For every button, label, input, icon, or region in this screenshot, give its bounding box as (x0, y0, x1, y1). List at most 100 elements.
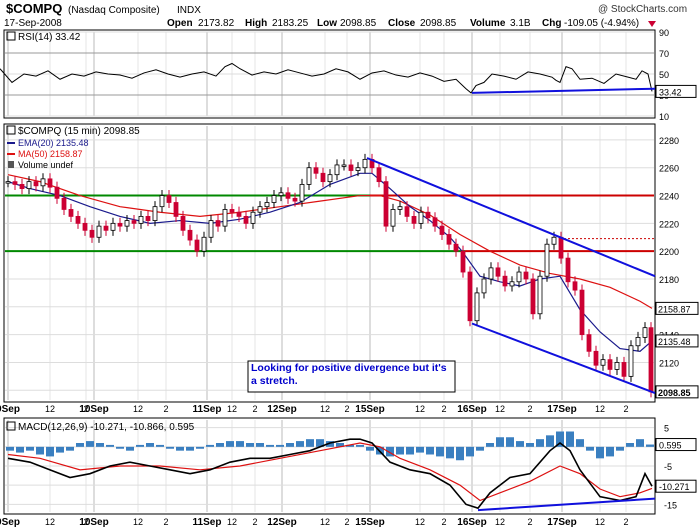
macd-histogram-bar (96, 443, 104, 447)
macd-value-label: -10.271 (659, 482, 690, 492)
candle-body (551, 236, 557, 245)
macd-histogram-bar (46, 446, 54, 457)
macd-histogram-bar (76, 443, 84, 447)
price-x-label: 2 (344, 404, 349, 414)
price-panel (3, 123, 656, 403)
price-x-label: 17Sep (547, 404, 576, 415)
macd-histogram-bar (516, 441, 524, 447)
candle-body (187, 229, 193, 241)
candle-body (75, 216, 81, 224)
macd-x-label: 2 (163, 517, 168, 527)
macd-x-label: 12 (45, 517, 55, 527)
candle-body (82, 222, 88, 231)
macd-histogram-bar (136, 444, 144, 447)
macd-histogram-bar (456, 446, 464, 461)
macd-histogram-bar (206, 444, 214, 447)
candle-body (159, 195, 165, 208)
macd-histogram-bar (606, 446, 614, 457)
price-tick-label: 2180 (659, 275, 679, 285)
macd-histogram-bar (256, 443, 264, 447)
macd-x-label: 17Sep (547, 517, 576, 528)
candle-body (648, 327, 654, 393)
macd-histogram-bar (156, 444, 164, 447)
price-x-label: 9Sep (0, 404, 20, 415)
price-x-label: 2 (527, 404, 532, 414)
candle-body (229, 209, 235, 213)
candle-body (236, 211, 242, 217)
macd-histogram-bar (36, 446, 44, 455)
candle-body (621, 362, 627, 377)
header-open-label: Open (167, 18, 193, 29)
candle-body (285, 192, 291, 199)
macd-histogram-bar (196, 446, 204, 449)
candle-body (243, 216, 249, 224)
price-tick-label: 2280 (659, 136, 679, 146)
candle-body (334, 164, 340, 176)
macd-x-label: 9Sep (0, 517, 20, 528)
candle-body (509, 281, 515, 287)
macd-histogram-bar (106, 444, 114, 447)
candle-body (166, 195, 172, 203)
candle-body (523, 271, 529, 280)
macd-histogram-bar (416, 446, 424, 453)
candle-body (432, 217, 438, 227)
header-exchange: INDX (177, 5, 201, 16)
candle-body (222, 209, 228, 227)
candle-body (572, 281, 578, 291)
price-tick-label: 2240 (659, 192, 679, 202)
candle-body (327, 174, 333, 183)
macd-histogram-bar (626, 443, 634, 447)
candle-body (68, 209, 74, 217)
macd-histogram-bar (486, 443, 494, 447)
candle-body (89, 229, 95, 238)
price-x-label: 2 (441, 404, 446, 414)
candle-body (215, 220, 221, 227)
price-x-label: 12 (415, 404, 425, 414)
macd-histogram-bar (286, 443, 294, 447)
price-title: $COMPQ (15 min) 2098.85 (18, 126, 140, 137)
candle-body (516, 271, 522, 283)
candle-body (341, 164, 347, 167)
candle-body (376, 167, 382, 183)
rsi-tick-label: 70 (659, 49, 669, 59)
price-tick-label: 2200 (659, 247, 679, 257)
macd-histogram-bar (436, 446, 444, 457)
price-x-label: 12Sep (267, 404, 296, 415)
candle-body (460, 250, 466, 273)
candle-body (411, 216, 417, 224)
header-volume-label: Volume (470, 18, 506, 29)
candle-body (264, 202, 270, 208)
price-x-label: 12 (595, 404, 605, 414)
candle-body (502, 275, 508, 287)
header-close-label: Close (388, 18, 416, 29)
macd-histogram-bar (276, 444, 284, 447)
macd-title: MACD(12,26,9) -10.271, -10.866, 0.595 (18, 422, 195, 433)
macd-tick-label: -15 (664, 500, 677, 510)
price-value-label: 2158.87 (658, 304, 691, 314)
candle-body (565, 257, 571, 283)
candle-body (194, 239, 200, 252)
candle-body (40, 178, 46, 187)
price-x-label: 12 (133, 404, 143, 414)
candle-body (537, 275, 543, 315)
rsi-value-label: 33.42 (659, 87, 682, 97)
macd-x-label: 15Sep (355, 517, 384, 528)
macd-histogram-bar (616, 446, 624, 451)
macd-histogram-bar (536, 439, 544, 447)
candle-body (488, 267, 494, 280)
macd-x-label: 12 (595, 517, 605, 527)
candle-body (54, 186, 60, 199)
candle-body (558, 236, 564, 259)
candle-body (439, 225, 445, 235)
price-tick-label: 2120 (659, 358, 679, 368)
candle-body (586, 334, 592, 352)
candle-body (278, 192, 284, 196)
rsi-tick-label: 10 (659, 112, 669, 122)
header-date: 17-Sep-2008 (4, 18, 62, 29)
macd-histogram-bar (166, 446, 174, 449)
header-name: (Nasdaq Composite) (68, 5, 160, 16)
macd-histogram-bar (56, 446, 64, 453)
candle-body (313, 167, 319, 174)
header-high-label: High (245, 18, 267, 29)
price-x-label: 2 (252, 404, 257, 414)
